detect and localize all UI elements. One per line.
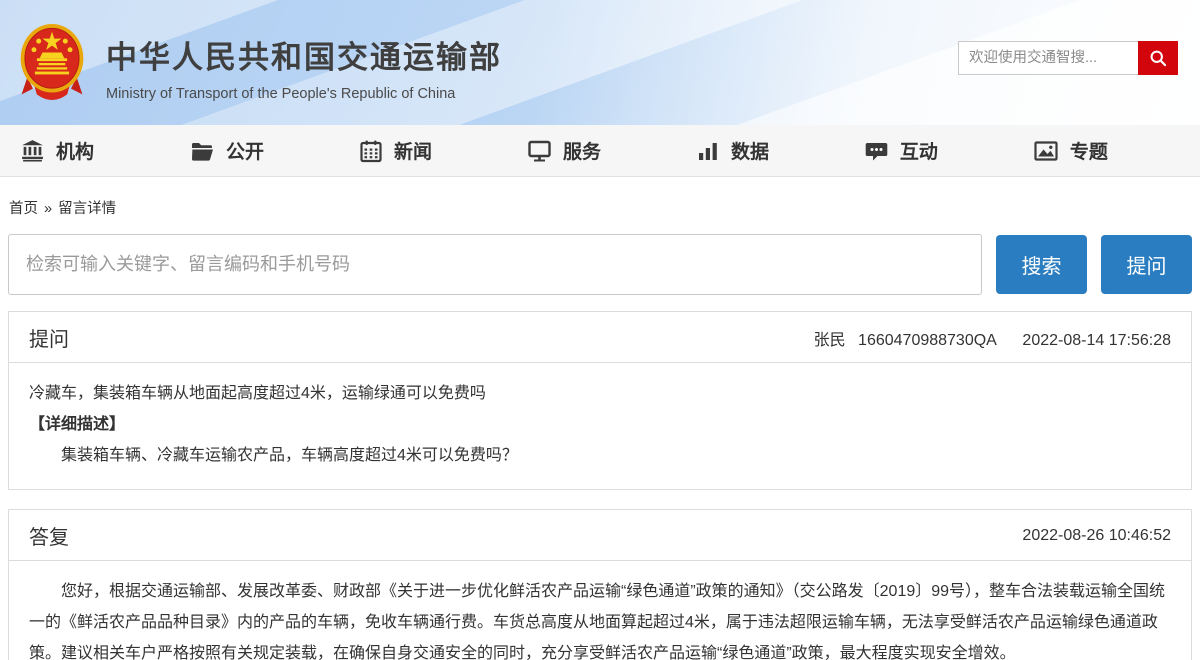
question-code: 1660470988730QA <box>858 332 996 349</box>
site-header: 中华人民共和国交通运输部 Ministry of Transport of th… <box>0 0 1200 125</box>
answer-body: 您好，根据交通运输部、发展改革委、财政部《关于进一步优化鲜活农产品运输“绿色通道… <box>9 561 1191 660</box>
message-search-bar: 搜索 提问 <box>8 234 1192 295</box>
answer-box: 答复 2022-08-26 10:46:52 您好，根据交通运输部、发展改革委、… <box>8 509 1192 660</box>
search-icon <box>1148 48 1168 68</box>
nav-label: 新闻 <box>394 137 432 164</box>
question-meta: 张民 1660470988730QA 2022-08-14 17:56:28 <box>814 326 1171 350</box>
question-summary: 冷藏车，集装箱车辆从地面起高度超过4米，运输绿通可以免费吗 <box>29 378 1171 409</box>
answer-text: 您好，根据交通运输部、发展改革委、财政部《关于进一步优化鲜活农产品运输“绿色通道… <box>29 576 1171 660</box>
national-emblem-logo <box>14 22 90 104</box>
breadcrumb: 首页 » 留言详情 <box>0 177 1200 232</box>
question-detail-label: 【详细描述】 <box>29 409 1171 440</box>
calendar-icon <box>359 139 383 163</box>
nav-item-institutions[interactable]: 机构 <box>20 137 94 164</box>
main-nav: 机构 公开 新闻 服务 数据 互 <box>0 125 1200 177</box>
nav-label: 专题 <box>1070 137 1108 164</box>
header-search <box>958 41 1178 75</box>
nav-item-data[interactable]: 数据 <box>696 137 769 164</box>
site-title: 中华人民共和国交通运输部 <box>106 32 502 77</box>
ask-question-button[interactable]: 提问 <box>1101 235 1192 294</box>
nav-item-services[interactable]: 服务 <box>527 137 601 164</box>
breadcrumb-home-link[interactable]: 首页 <box>9 201 38 217</box>
header-search-button[interactable] <box>1138 41 1178 75</box>
question-time: 2022-08-14 17:56:28 <box>1022 332 1171 349</box>
bar-chart-icon <box>696 139 720 163</box>
nav-item-news[interactable]: 新闻 <box>359 137 432 164</box>
question-header: 提问 张民 1660470988730QA 2022-08-14 17:56:2… <box>9 312 1191 363</box>
site-subtitle-en: Ministry of Transport of the People's Re… <box>106 86 502 102</box>
question-detail: 集装箱车辆、冷藏车运输农产品，车辆高度超过4米可以免费吗？ <box>29 440 1171 471</box>
nav-label: 服务 <box>563 137 601 164</box>
speech-bubble-icon <box>864 139 889 163</box>
message-search-input[interactable] <box>8 234 982 295</box>
picture-icon <box>1033 139 1059 163</box>
header-search-input[interactable] <box>958 41 1138 75</box>
nav-item-interaction[interactable]: 互动 <box>864 137 938 164</box>
nav-label: 数据 <box>731 137 769 164</box>
folder-icon <box>189 139 215 163</box>
nav-label: 公开 <box>226 137 264 164</box>
monitor-icon <box>527 139 552 163</box>
bank-icon <box>20 138 45 163</box>
question-box: 提问 张民 1660470988730QA 2022-08-14 17:56:2… <box>8 311 1192 490</box>
question-title: 提问 <box>29 323 69 352</box>
answer-header: 答复 2022-08-26 10:46:52 <box>9 510 1191 561</box>
nav-label: 互动 <box>900 137 938 164</box>
search-button[interactable]: 搜索 <box>996 235 1087 294</box>
breadcrumb-separator: » <box>44 201 52 217</box>
answer-title: 答复 <box>29 521 69 550</box>
nav-item-public[interactable]: 公开 <box>189 137 264 164</box>
question-author: 张民 <box>814 332 846 349</box>
nav-item-topics[interactable]: 专题 <box>1033 137 1108 164</box>
breadcrumb-current: 留言详情 <box>58 201 116 217</box>
question-body: 冷藏车，集装箱车辆从地面起高度超过4米，运输绿通可以免费吗 【详细描述】 集装箱… <box>9 363 1191 489</box>
nav-label: 机构 <box>56 137 94 164</box>
brand-block: 中华人民共和国交通运输部 Ministry of Transport of th… <box>106 32 502 102</box>
answer-time: 2022-08-26 10:46:52 <box>1022 527 1171 545</box>
